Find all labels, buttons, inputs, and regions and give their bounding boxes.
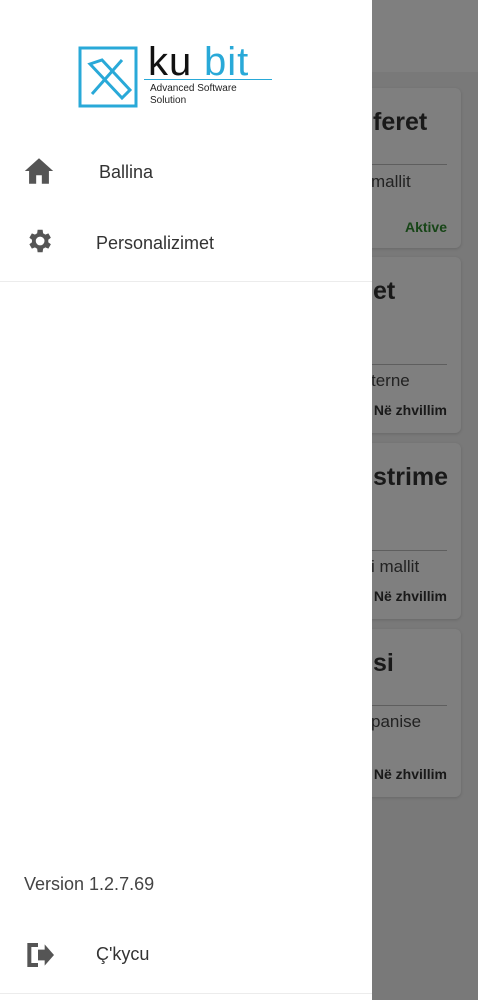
kubit-logo-mark-icon bbox=[78, 46, 138, 108]
logo-rule bbox=[144, 79, 272, 80]
drawer-item-ballina[interactable]: Ballina bbox=[0, 142, 372, 202]
logo-tagline: Solution bbox=[150, 95, 187, 106]
gear-icon bbox=[29, 229, 51, 253]
logout-button[interactable]: Ç'kycu bbox=[0, 925, 372, 985]
bottom-divider bbox=[0, 993, 372, 994]
drawer-item-personalizimet[interactable]: Personalizimet bbox=[0, 212, 372, 272]
drawer-item-label: Ballina bbox=[99, 162, 154, 182]
logout-label: Ç'kycu bbox=[96, 944, 150, 964]
drawer-divider bbox=[0, 281, 372, 282]
logo-tagline: Advanced Software bbox=[150, 83, 237, 94]
app-version: Version 1.2.7.69 bbox=[24, 874, 155, 894]
logout-icon bbox=[27, 943, 54, 967]
kubit-logo: ku bit Advanced Software Solution bbox=[78, 40, 278, 114]
drawer-item-label: Personalizimet bbox=[96, 233, 215, 253]
home-icon bbox=[24, 158, 54, 184]
navigation-drawer: ku bit Advanced Software Solution Ballin… bbox=[0, 0, 372, 1000]
